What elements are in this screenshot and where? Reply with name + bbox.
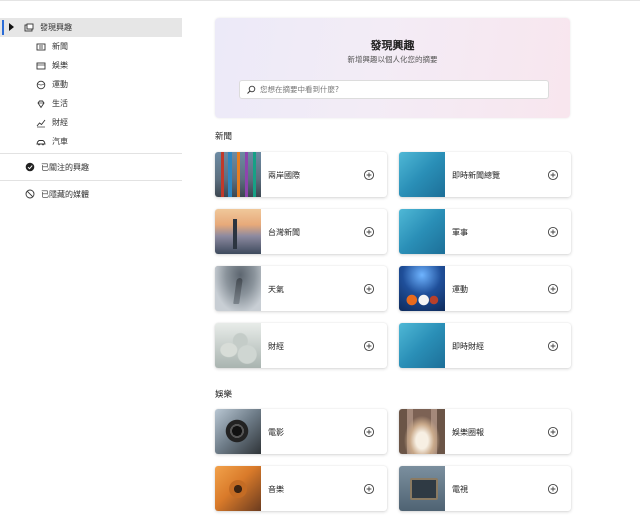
add-circle-icon[interactable] — [547, 223, 559, 238]
sidebar-item-lifestyle[interactable]: 生活 — [0, 94, 182, 113]
sidebar-item-label: 已隱藏的媒體 — [41, 189, 89, 199]
discover-icon — [24, 23, 34, 33]
sidebar-item-label: 財經 — [52, 118, 68, 127]
diamond-icon — [36, 99, 46, 109]
card-thumbnail — [215, 323, 261, 368]
add-circle-icon[interactable] — [363, 423, 375, 438]
interest-card-tv[interactable]: 電視 — [399, 466, 571, 511]
add-circle-icon[interactable] — [547, 480, 559, 495]
sidebar-item-hidden-media[interactable]: 已隱藏的媒體 — [0, 183, 182, 205]
add-circle-icon[interactable] — [547, 423, 559, 438]
card-label: 娛樂圈報 — [452, 428, 484, 437]
card-thumbnail — [399, 466, 445, 511]
film-icon — [36, 61, 46, 71]
sidebar-divider — [0, 180, 182, 181]
card-thumbnail — [215, 152, 261, 197]
block-icon — [25, 189, 35, 199]
car-icon — [36, 137, 46, 147]
interest-card-movies[interactable]: 電影 — [215, 409, 387, 454]
interest-card-cross-strait[interactable]: 兩岸國際 — [215, 152, 387, 197]
section-title-news: 新聞 — [215, 132, 233, 142]
interest-card-showbiz[interactable]: 娛樂圈報 — [399, 409, 571, 454]
card-thumbnail — [215, 466, 261, 511]
card-label: 天氣 — [268, 285, 284, 294]
card-label: 電視 — [452, 485, 468, 494]
sidebar-item-label: 娛樂 — [52, 61, 68, 70]
interest-card-live-finance[interactable]: 即時財經 — [399, 323, 571, 368]
interest-card-military[interactable]: 軍事 — [399, 209, 571, 254]
card-label: 台灣新聞 — [268, 228, 300, 237]
add-circle-icon[interactable] — [363, 280, 375, 295]
card-thumbnail — [399, 409, 445, 454]
search-input[interactable] — [260, 85, 530, 94]
sidebar-item-sports[interactable]: 運動 — [0, 75, 182, 94]
sidebar-item-label: 已關注的興趣 — [41, 162, 89, 172]
sidebar-item-label: 汽車 — [52, 137, 68, 146]
card-label: 即時財經 — [452, 342, 484, 351]
chart-icon — [36, 118, 46, 128]
sidebar-item-label: 生活 — [52, 99, 68, 108]
caret-down-icon[interactable] — [9, 23, 14, 31]
sidebar-item-followed[interactable]: 已關注的興趣 — [0, 156, 182, 178]
search-box[interactable] — [239, 80, 549, 99]
sidebar-item-news[interactable]: 新聞 — [0, 37, 182, 56]
page-subtitle: 新增興趣以個人化您的摘要 — [347, 55, 438, 64]
sidebar-item-label: 發現興趣 — [40, 23, 72, 32]
ball-icon — [36, 80, 46, 90]
search-icon — [246, 85, 256, 95]
card-label: 即時新聞總覽 — [452, 171, 500, 180]
interest-card-taiwan-news[interactable]: 台灣新聞 — [215, 209, 387, 254]
card-thumbnail — [215, 409, 261, 454]
sidebar-divider — [0, 153, 182, 154]
sidebar-item-label: 運動 — [52, 80, 68, 89]
section-title-entertainment: 娛樂 — [215, 390, 233, 400]
sidebar-item-finance[interactable]: 財經 — [0, 113, 182, 132]
sidebar-item-label: 新聞 — [52, 42, 68, 51]
card-label: 電影 — [268, 428, 284, 437]
add-circle-icon[interactable] — [363, 480, 375, 495]
card-label: 兩岸國際 — [268, 171, 300, 180]
add-circle-icon[interactable] — [547, 337, 559, 352]
add-circle-icon[interactable] — [363, 337, 375, 352]
interest-card-breaking-news[interactable]: 即時新聞總覽 — [399, 152, 571, 197]
card-thumbnail — [399, 152, 445, 197]
sidebar-item-discover[interactable]: 發現興趣 — [0, 18, 182, 37]
newspaper-icon — [36, 42, 46, 52]
add-circle-icon[interactable] — [363, 166, 375, 181]
interest-card-finance[interactable]: 財經 — [215, 323, 387, 368]
card-label: 音樂 — [268, 485, 284, 494]
selection-indicator — [2, 20, 4, 35]
card-thumbnail — [399, 209, 445, 254]
discover-banner: 發現興趣 新增興趣以個人化您的摘要 — [215, 18, 570, 118]
sidebar-item-autos[interactable]: 汽車 — [0, 132, 182, 151]
card-label: 財經 — [268, 342, 284, 351]
check-circle-icon — [25, 162, 35, 172]
page-title: 發現興趣 — [370, 39, 415, 52]
card-label: 軍事 — [452, 228, 468, 237]
top-divider — [0, 0, 640, 1]
card-thumbnail — [215, 209, 261, 254]
interest-card-sports[interactable]: 運動 — [399, 266, 571, 311]
add-circle-icon[interactable] — [363, 223, 375, 238]
card-label: 運動 — [452, 285, 468, 294]
card-thumbnail — [399, 266, 445, 311]
interest-card-weather[interactable]: 天氣 — [215, 266, 387, 311]
add-circle-icon[interactable] — [547, 166, 559, 181]
card-thumbnail — [399, 323, 445, 368]
sidebar: 發現興趣 新聞 娛樂 運動 生活 財經 汽車 已關注的興趣 已隱藏的媒體 — [0, 18, 182, 205]
sidebar-item-entertainment[interactable]: 娛樂 — [0, 56, 182, 75]
add-circle-icon[interactable] — [547, 280, 559, 295]
card-thumbnail — [215, 266, 261, 311]
interest-card-music[interactable]: 音樂 — [215, 466, 387, 511]
